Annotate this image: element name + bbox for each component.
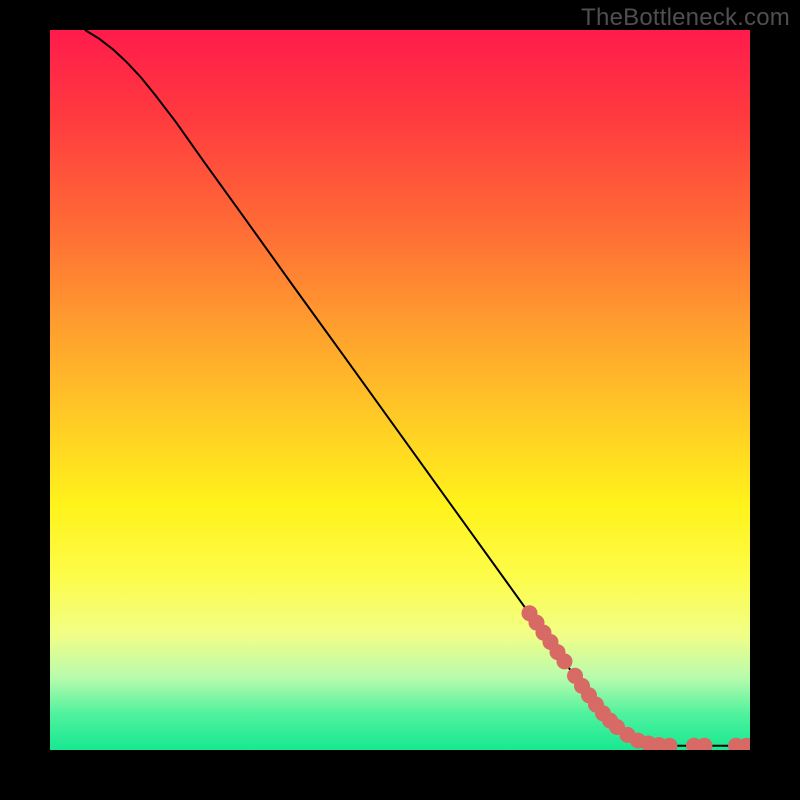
- marker-group: [522, 605, 751, 750]
- chart-frame: TheBottleneck.com: [0, 0, 800, 800]
- data-marker: [557, 653, 573, 669]
- plot-area: [50, 30, 750, 750]
- chart-svg: [50, 30, 750, 750]
- watermark-text: TheBottleneck.com: [581, 4, 790, 32]
- bottleneck-curve: [85, 30, 750, 746]
